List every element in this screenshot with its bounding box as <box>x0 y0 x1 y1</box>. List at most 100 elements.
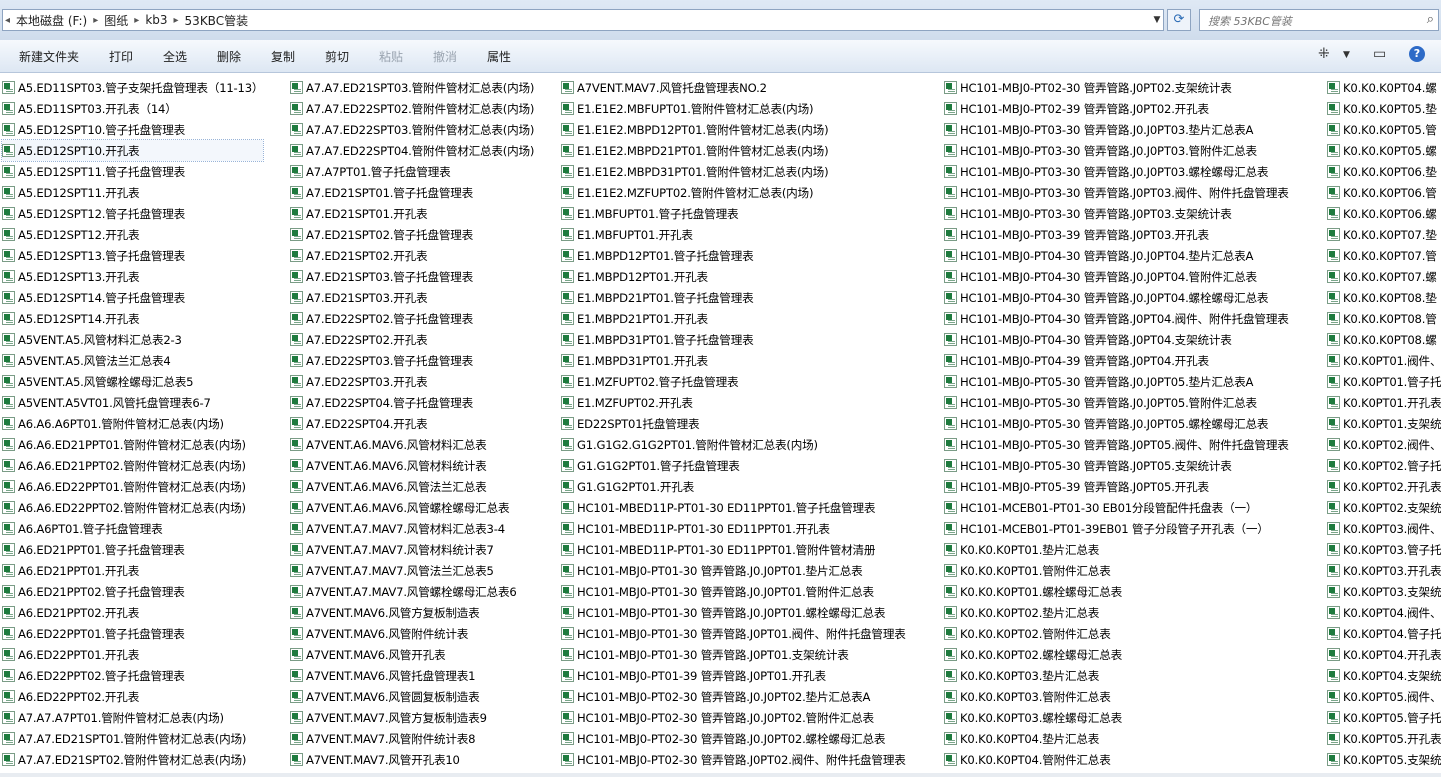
delete-button[interactable]: 删除 <box>217 48 241 65</box>
file-item[interactable]: K0.K0.K0PT03.垫片汇总表 <box>944 665 1289 686</box>
file-item[interactable]: A6.ED21PPT02.开孔表 <box>2 602 263 623</box>
file-item[interactable]: K0.K0PT03.管子托 <box>1327 539 1441 560</box>
file-item[interactable]: K0.K0PT02.开孔表 <box>1327 476 1441 497</box>
file-item[interactable]: K0.K0PT03.支架统 <box>1327 581 1441 602</box>
file-item[interactable]: A7VENT.MAV7.风管托盘管理表NO.2 <box>561 77 906 98</box>
file-item[interactable]: HC101-MBJ0-PT01-30 管弄管路.J0.J0PT01.螺栓螺母汇总… <box>561 602 906 623</box>
file-item[interactable]: E1.MBFUPT01.开孔表 <box>561 224 906 245</box>
file-item[interactable]: A7VENT.MAV6.风管方复板制造表 <box>290 602 534 623</box>
file-item[interactable]: A6.ED22PPT01.管子托盘管理表 <box>2 623 263 644</box>
file-item[interactable]: E1.E1E2.MBPD21PT01.管附件管材汇总表(内场) <box>561 140 906 161</box>
breadcrumb-folder-2[interactable]: kb3 <box>141 13 171 27</box>
file-item[interactable]: A6.ED22PPT01.开孔表 <box>2 644 263 665</box>
file-item[interactable]: HC101-MBJ0-PT03-30 管弄管路.J0.J0PT03.螺栓螺母汇总… <box>944 161 1289 182</box>
file-item[interactable]: K0.K0.K0PT05.管 <box>1327 119 1441 140</box>
undo-button[interactable]: 撤消 <box>433 48 457 65</box>
file-item[interactable]: ED22SPT01托盘管理表 <box>561 413 906 434</box>
file-item[interactable]: A5.ED12SPT14.开孔表 <box>2 308 263 329</box>
file-item[interactable]: A5.ED12SPT11.管子托盘管理表 <box>2 161 263 182</box>
view-dropdown-icon[interactable]: ▼ <box>1343 50 1350 60</box>
help-icon[interactable]: ? <box>1409 46 1425 62</box>
file-item[interactable]: HC101-MBJ0-PT05-30 管弄管路.J0PT05.阀件、附件托盘管理… <box>944 434 1289 455</box>
file-item[interactable]: A6.ED22PPT02.管子托盘管理表 <box>2 665 263 686</box>
file-item[interactable]: A7VENT.A6.MAV6.风管螺栓螺母汇总表 <box>290 497 534 518</box>
file-item[interactable]: HC101-MBJ0-PT03-30 管弄管路.J0PT03.阀件、附件托盘管理… <box>944 182 1289 203</box>
file-item[interactable]: K0.K0.K0PT03.管附件汇总表 <box>944 686 1289 707</box>
file-item[interactable]: HC101-MCEB01-PT01-39EB01 管子分段管子开孔表（一） <box>944 518 1289 539</box>
file-item[interactable]: E1.MBPD12PT01.开孔表 <box>561 266 906 287</box>
file-item[interactable]: HC101-MBJ0-PT04-39 管弄管路.J0PT04.开孔表 <box>944 350 1289 371</box>
file-item[interactable]: A7VENT.A7.MAV7.风管材料统计表7 <box>290 539 534 560</box>
file-item[interactable]: K0.K0PT01.支架统 <box>1327 413 1441 434</box>
file-item[interactable]: A7VENT.MAV6.风管附件统计表 <box>290 623 534 644</box>
file-item[interactable]: A5.ED12SPT13.开孔表 <box>2 266 263 287</box>
file-item[interactable]: E1.MBPD31PT01.管子托盘管理表 <box>561 329 906 350</box>
file-item[interactable]: E1.E1E2.MZFUPT02.管附件管材汇总表(内场) <box>561 182 906 203</box>
file-item[interactable]: A7.A7.ED22SPT03.管附件管材汇总表(内场) <box>290 119 534 140</box>
file-item[interactable]: A7.ED22SPT03.开孔表 <box>290 371 534 392</box>
file-item[interactable]: A7VENT.MAV7.风管附件统计表8 <box>290 728 534 749</box>
file-item[interactable]: HC101-MBJ0-PT01-39 管弄管路.J0PT01.开孔表 <box>561 665 906 686</box>
file-item[interactable]: E1.MBPD31PT01.开孔表 <box>561 350 906 371</box>
file-item[interactable]: A5.ED12SPT10.管子托盘管理表 <box>2 119 263 140</box>
file-item[interactable]: A7.ED22SPT02.管子托盘管理表 <box>290 308 534 329</box>
file-item[interactable]: K0.K0.K0PT04.管附件汇总表 <box>944 749 1289 770</box>
file-item[interactable]: A7VENT.A6.MAV6.风管材料统计表 <box>290 455 534 476</box>
file-item[interactable]: K0.K0PT03.阀件、 <box>1327 518 1441 539</box>
file-item[interactable]: G1.G1G2PT01.开孔表 <box>561 476 906 497</box>
address-bar[interactable]: ◂ 本地磁盘 (F:) ▸ 图纸 ▸ kb3 ▸ 53KBC管装 <box>2 9 1164 31</box>
file-item[interactable]: HC101-MBJ0-PT02-39 管弄管路.J0PT02.开孔表 <box>944 98 1289 119</box>
file-item[interactable]: A7VENT.A6.MAV6.风管法兰汇总表 <box>290 476 534 497</box>
file-item[interactable]: HC101-MBJ0-PT04-30 管弄管路.J0.J0PT04.螺栓螺母汇总… <box>944 287 1289 308</box>
file-item[interactable]: HC101-MBJ0-PT03-30 管弄管路.J0.J0PT03.垫片汇总表A <box>944 119 1289 140</box>
file-item[interactable]: E1.MBPD21PT01.管子托盘管理表 <box>561 287 906 308</box>
file-item[interactable]: K0.K0PT04.开孔表 <box>1327 644 1441 665</box>
file-item[interactable]: A7VENT.A6.MAV6.风管材料汇总表 <box>290 434 534 455</box>
file-item[interactable]: E1.MZFUPT02.开孔表 <box>561 392 906 413</box>
file-item[interactable]: A7VENT.A7.MAV7.风管螺栓螺母汇总表6 <box>290 581 534 602</box>
file-item[interactable]: K0.K0PT05.管子托 <box>1327 707 1441 728</box>
file-item[interactable]: HC101-MBED11P-PT01-30 ED11PPT01.管附件管材清册 <box>561 539 906 560</box>
file-item[interactable]: K0.K0PT05.开孔表 <box>1327 728 1441 749</box>
new-folder-button[interactable]: 新建文件夹 <box>19 48 79 65</box>
file-item[interactable]: A7.ED22SPT04.开孔表 <box>290 413 534 434</box>
file-item[interactable]: HC101-MBJ0-PT02-30 管弄管路.J0PT02.支架统计表 <box>944 77 1289 98</box>
file-item[interactable]: HC101-MBJ0-PT05-30 管弄管路.J0.J0PT05.管附件汇总表 <box>944 392 1289 413</box>
file-item[interactable]: A5.ED12SPT10.开孔表 <box>0 139 265 162</box>
search-box[interactable]: ⌕ <box>1199 9 1439 31</box>
file-item[interactable]: HC101-MBJ0-PT03-39 管弄管路.J0PT03.开孔表 <box>944 224 1289 245</box>
file-item[interactable]: K0.K0PT04.管子托 <box>1327 623 1441 644</box>
file-item[interactable]: A7VENT.MAV7.风管开孔表10 <box>290 749 534 770</box>
file-item[interactable]: A7.A7.ED22SPT04.管附件管材汇总表(内场) <box>290 140 534 161</box>
file-item[interactable]: K0.K0PT05.支架统 <box>1327 749 1441 770</box>
breadcrumb-drive[interactable]: 本地磁盘 (F:) <box>12 12 91 29</box>
file-item[interactable]: K0.K0.K0PT05.垫 <box>1327 98 1441 119</box>
file-item[interactable]: A5.ED12SPT12.管子托盘管理表 <box>2 203 263 224</box>
file-item[interactable]: A6.A6.A6PT01.管附件管材汇总表(内场) <box>2 413 263 434</box>
file-item[interactable]: A6.ED21PPT01.管子托盘管理表 <box>2 539 263 560</box>
file-item[interactable]: E1.MBFUPT01.管子托盘管理表 <box>561 203 906 224</box>
file-item[interactable]: G1.G1G2PT01.管子托盘管理表 <box>561 455 906 476</box>
file-item[interactable]: HC101-MBJ0-PT04-30 管弄管路.J0.J0PT04.垫片汇总表A <box>944 245 1289 266</box>
file-item[interactable]: A7.ED22SPT02.开孔表 <box>290 329 534 350</box>
file-item[interactable]: A7.ED22SPT04.管子托盘管理表 <box>290 392 534 413</box>
file-item[interactable]: A5.ED12SPT14.管子托盘管理表 <box>2 287 263 308</box>
file-item[interactable]: K0.K0.K0PT03.螺栓螺母汇总表 <box>944 707 1289 728</box>
file-item[interactable]: A5VENT.A5.风管螺栓螺母汇总表5 <box>2 371 263 392</box>
file-item[interactable]: A7.A7.ED22SPT02.管附件管材汇总表(内场) <box>290 98 534 119</box>
file-item[interactable]: HC101-MBJ0-PT05-30 管弄管路.J0.J0PT05.螺栓螺母汇总… <box>944 413 1289 434</box>
file-item[interactable]: A5.ED12SPT13.管子托盘管理表 <box>2 245 263 266</box>
file-item[interactable]: HC101-MBJ0-PT04-30 管弄管路.J0PT04.阀件、附件托盘管理… <box>944 308 1289 329</box>
file-item[interactable]: A7VENT.MAV6.风管托盘管理表1 <box>290 665 534 686</box>
file-item[interactable]: K0.K0.K0PT04.垫片汇总表 <box>944 728 1289 749</box>
file-item[interactable]: A6.A6.ED21PPT01.管附件管材汇总表(内场) <box>2 434 263 455</box>
file-item[interactable]: HC101-MBJ0-PT01-30 管弄管路.J0.J0PT01.管附件汇总表 <box>561 581 906 602</box>
file-item[interactable]: A5VENT.A5.风管法兰汇总表4 <box>2 350 263 371</box>
file-item[interactable]: K0.K0PT01.阀件、 <box>1327 350 1441 371</box>
file-item[interactable]: A7.ED21SPT03.管子托盘管理表 <box>290 266 534 287</box>
file-item[interactable]: A7.A7.ED21SPT01.管附件管材汇总表(内场) <box>2 728 263 749</box>
file-item[interactable]: HC101-MBED11P-PT01-30 ED11PPT01.管子托盘管理表 <box>561 497 906 518</box>
address-dropdown-icon[interactable]: ▼ <box>1150 10 1164 30</box>
file-item[interactable]: K0.K0.K0PT02.管附件汇总表 <box>944 623 1289 644</box>
file-item[interactable]: A6.ED22PPT02.开孔表 <box>2 686 263 707</box>
